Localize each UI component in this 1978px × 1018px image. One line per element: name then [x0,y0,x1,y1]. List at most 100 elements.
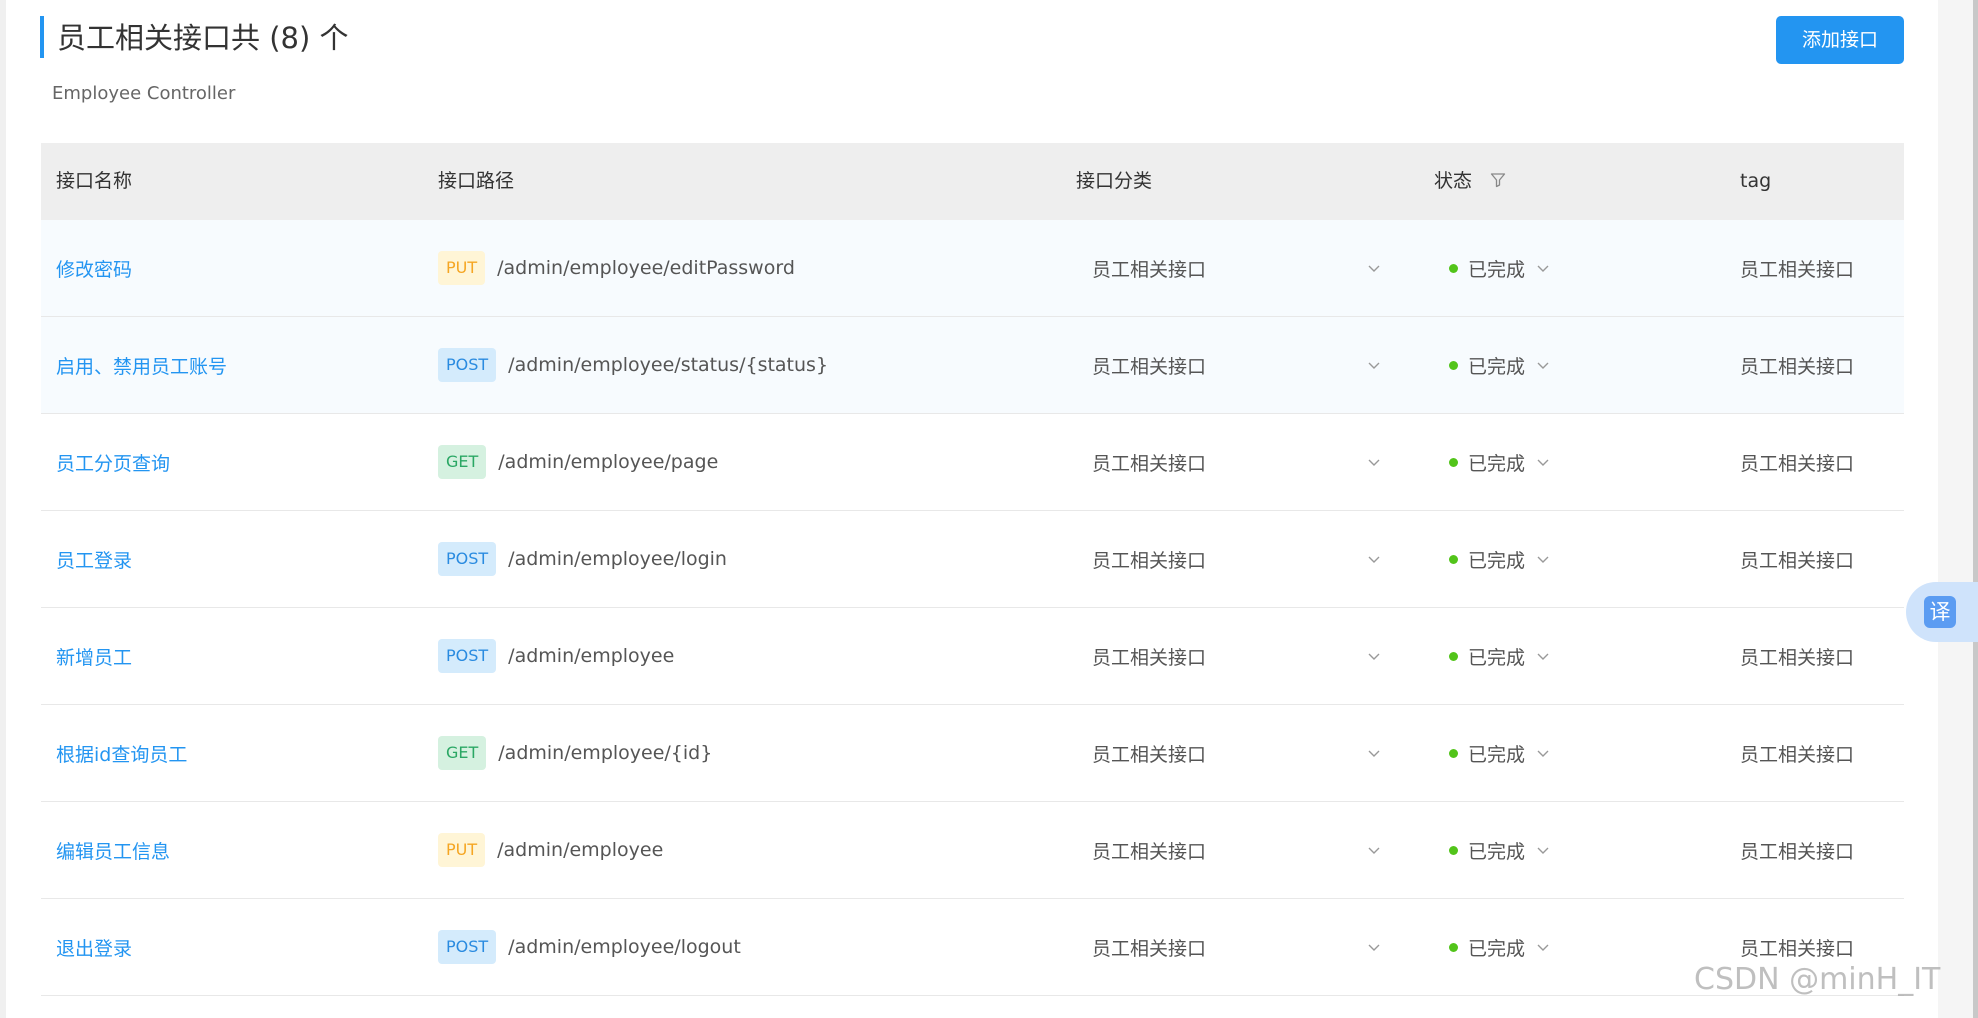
status-value: 已完成 [1468,549,1526,572]
status-select[interactable]: 已完成 [1449,220,1551,316]
status-dot [1449,651,1458,661]
category-select[interactable]: 员工相关接口 [1092,899,1382,995]
status-select[interactable]: 已完成 [1449,802,1551,898]
tag-value: 员工相关接口 [1740,355,1855,378]
chevron-down-icon [1537,944,1549,951]
status-value: 已完成 [1468,258,1526,281]
filter-icon[interactable] [1490,172,1506,188]
status-value: 已完成 [1468,646,1526,669]
status-select[interactable]: 已完成 [1449,899,1551,995]
interface-name-link[interactable]: 员工分页查询 [56,449,170,476]
tag-cell: 员工相关接口 [1740,414,1854,510]
status-select[interactable]: 已完成 [1449,317,1551,413]
method-badge: POST [438,930,497,964]
category-select[interactable]: 员工相关接口 [1092,705,1382,801]
chevron-down-icon [1368,362,1380,369]
interface-name-link[interactable]: 启用、禁用员工账号 [56,352,227,379]
interface-name-link[interactable]: 新增员工 [56,643,132,670]
tag-cell: 员工相关接口 [1740,511,1854,607]
status-dot [1449,263,1458,273]
category-select[interactable]: 员工相关接口 [1092,317,1382,413]
category-select[interactable]: 员工相关接口 [1092,802,1382,898]
tag-cell: 员工相关接口 [1740,317,1854,413]
chevron-down-icon [1368,459,1380,466]
translate-button[interactable]: 译 [1906,582,1978,642]
method-badge: PUT [438,833,486,867]
method-badge: POST [438,639,497,673]
category-select[interactable]: 员工相关接口 [1092,414,1382,510]
interface-path-cell: PUT/admin/employee/editPassword [438,220,795,316]
interface-name-cell: 退出登录 [56,899,132,995]
column-header-path: 接口路径 [438,170,515,192]
interface-path: /admin/employee/login [508,548,727,570]
chevron-down-icon [1368,653,1380,660]
interface-path-cell: POST/admin/employee [438,608,674,704]
status-select[interactable]: 已完成 [1449,705,1551,801]
interface-path-cell: POST/admin/employee/status/{status} [438,317,828,413]
chevron-down-icon [1537,459,1549,466]
interface-name-cell: 新增员工 [56,608,132,704]
interface-name-cell: 修改密码 [56,220,132,316]
column-header-status-label: 状态 [1434,170,1473,192]
interface-name-link[interactable]: 修改密码 [56,255,132,282]
interface-path-cell: POST/admin/employee/logout [438,899,741,995]
status-dot [1449,942,1458,952]
interface-name-link[interactable]: 编辑员工信息 [56,837,170,864]
status-select[interactable]: 已完成 [1449,511,1551,607]
interface-path-cell: POST/admin/employee/login [438,511,727,607]
interface-name-link[interactable]: 员工登录 [56,546,132,573]
status-dot [1449,360,1458,370]
status-value: 已完成 [1468,452,1526,475]
method-badge: PUT [438,251,486,285]
table-row: 退出登录 POST/admin/employee/logout 员工相关接口 已完成 员… [41,899,1904,996]
status-select[interactable]: 已完成 [1449,608,1551,704]
tag-value: 员工相关接口 [1740,840,1855,863]
category-value: 员工相关接口 [1092,355,1207,378]
status-value: 已完成 [1468,937,1526,960]
scrollbar-thumb[interactable] [1973,0,1978,1018]
tag-value: 员工相关接口 [1740,549,1855,572]
interface-name-cell: 编辑员工信息 [56,802,170,898]
category-select[interactable]: 员工相关接口 [1092,608,1382,704]
interface-path: /admin/employee [508,645,675,667]
tag-cell: 员工相关接口 [1740,608,1854,704]
table-row: 根据id查询员工 GET/admin/employee/{id} 员工相关接口 已完成… [41,705,1904,802]
category-value: 员工相关接口 [1092,258,1207,281]
chevron-down-icon [1368,944,1380,951]
interface-path: /admin/employee [497,839,664,861]
table-row: 编辑员工信息 PUT/admin/employee 员工相关接口 已完成 员工相关接口 [41,802,1904,899]
table-header: 接口名称 接口路径 接口分类 状态 tag [41,143,1904,220]
status-dot [1449,457,1458,467]
chevron-down-icon [1368,265,1380,272]
interface-name-link[interactable]: 根据id查询员工 [56,740,187,767]
status-select[interactable]: 已完成 [1449,414,1551,510]
category-value: 员工相关接口 [1092,549,1207,572]
page-title: 员工相关接口共 (8) 个 [57,21,349,55]
interface-path-cell: GET/admin/employee/{id} [438,705,712,801]
tag-cell: 员工相关接口 [1740,802,1854,898]
scrollbar-track[interactable] [1938,0,1978,1018]
category-value: 员工相关接口 [1092,743,1207,766]
status-value: 已完成 [1468,840,1526,863]
category-select[interactable]: 员工相关接口 [1092,220,1382,316]
status-value: 已完成 [1468,355,1526,378]
chevron-down-icon [1537,362,1549,369]
table-row: 员工登录 POST/admin/employee/login 员工相关接口 已完成 员工… [41,511,1904,608]
table-row: 修改密码 PUT/admin/employee/editPassword 员工相关接… [41,220,1904,317]
category-select[interactable]: 员工相关接口 [1092,511,1382,607]
tag-cell: 员工相关接口 [1740,220,1854,316]
interface-path: /admin/employee/status/{status} [508,354,829,376]
column-header-status: 状态 [1434,143,1506,220]
column-header-category: 接口分类 [1076,170,1153,192]
chevron-down-icon [1368,556,1380,563]
method-badge: POST [438,348,497,382]
status-value: 已完成 [1468,743,1526,766]
tag-value: 员工相关接口 [1740,646,1855,669]
title-accent-bar [40,16,44,58]
interface-path: /admin/employee/page [498,451,719,473]
chevron-down-icon [1537,847,1549,854]
add-interface-button[interactable]: 添加接口 [1776,16,1904,64]
status-dot [1449,748,1458,758]
interface-name-link[interactable]: 退出登录 [56,934,132,961]
table-row: 员工分页查询 GET/admin/employee/page 员工相关接口 已完成 员工… [41,414,1904,511]
